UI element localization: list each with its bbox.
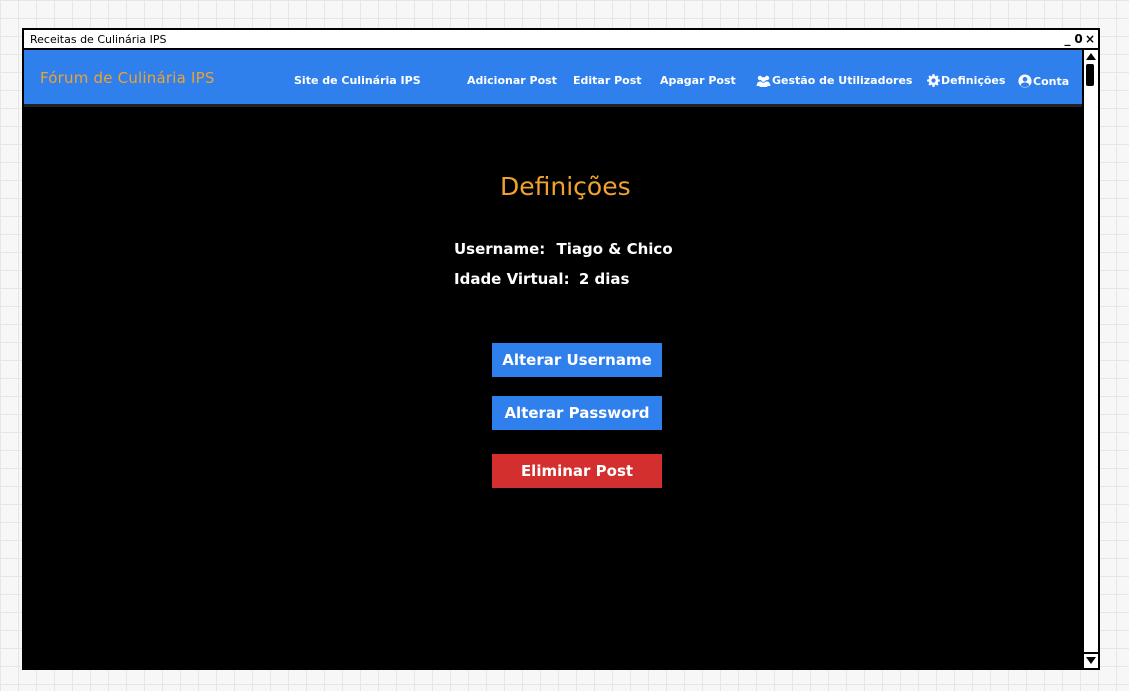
virtual-age-row: Idade Virtual: 2 dias	[454, 270, 629, 288]
nav-site-culinaria-label: Site de Culinária IPS	[294, 74, 421, 87]
virtual-age-value: 2 dias	[578, 270, 630, 288]
nav-conta[interactable]: Conta	[1018, 74, 1069, 88]
brand-logo-text[interactable]: Fórum de Culinária IPS	[40, 69, 215, 87]
scroll-down-arrow-icon[interactable]	[1086, 657, 1096, 664]
page-title: Definições	[500, 172, 631, 201]
nav-editar-post[interactable]: Editar Post	[573, 74, 642, 87]
minimize-button[interactable]: _	[1063, 33, 1072, 45]
nav-gestao-utilizadores-label: Gestão de Utilizadores	[772, 74, 913, 87]
username-value: Tiago & Chico	[556, 240, 673, 258]
virtual-age-label: Idade Virtual:	[454, 270, 570, 288]
nav-adicionar-post[interactable]: Adicionar Post	[467, 74, 557, 87]
nav-conta-label: Conta	[1033, 74, 1070, 88]
nav-editar-post-label: Editar Post	[573, 74, 642, 87]
change-password-button[interactable]: Alterar Password	[492, 396, 662, 430]
scroll-up-arrow-icon[interactable]	[1086, 53, 1096, 60]
app-window: Receitas de Culinária IPS _ 0 × Fórum de…	[22, 28, 1100, 670]
nav-gestao-utilizadores[interactable]: Gestão de Utilizadores	[756, 74, 912, 87]
vertical-scrollbar[interactable]	[1082, 50, 1098, 668]
window-controls: _ 0 ×	[1063, 33, 1096, 45]
scroll-track-end	[1084, 652, 1098, 654]
top-navbar: Fórum de Culinária IPS Site de Culinária…	[24, 50, 1084, 107]
nav-apagar-post[interactable]: Apagar Post	[660, 74, 736, 87]
nav-adicionar-post-label: Adicionar Post	[467, 74, 557, 87]
change-username-button[interactable]: Alterar Username	[492, 343, 662, 377]
nav-apagar-post-label: Apagar Post	[660, 74, 736, 87]
users-icon	[756, 75, 771, 87]
nav-site-culinaria[interactable]: Site de Culinária IPS	[294, 74, 421, 87]
delete-post-button[interactable]: Eliminar Post	[492, 454, 662, 488]
scroll-thumb[interactable]	[1086, 64, 1094, 86]
username-label: Username:	[454, 240, 546, 258]
gear-icon	[927, 74, 940, 87]
username-row: Username: Tiago & Chico	[454, 240, 673, 258]
window-titlebar: Receitas de Culinária IPS _ 0 ×	[24, 30, 1098, 50]
maximize-button[interactable]: 0	[1074, 33, 1083, 45]
window-title: Receitas de Culinária IPS	[30, 32, 167, 46]
close-button[interactable]: ×	[1085, 33, 1095, 45]
user-circle-icon	[1018, 74, 1032, 88]
nav-definicoes[interactable]: Definições	[927, 74, 1005, 87]
nav-definicoes-label: Definições	[941, 74, 1006, 87]
